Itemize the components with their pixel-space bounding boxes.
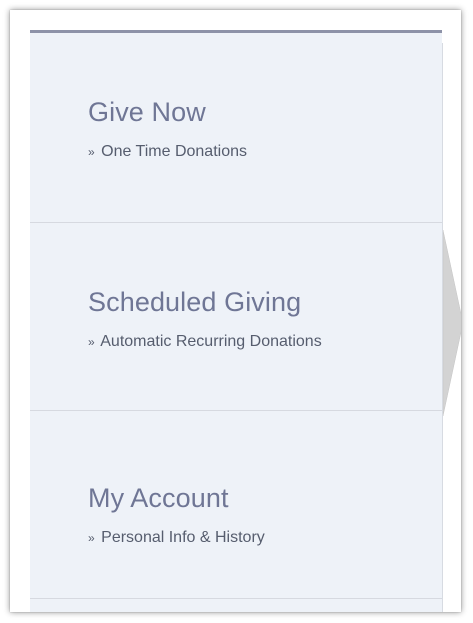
menu-item-subtitle-text: Automatic Recurring Donations xyxy=(100,333,322,350)
menu-item-subtitle: » Automatic Recurring Donations xyxy=(88,333,322,351)
menu-item-subtitle-text: Personal Info & History xyxy=(101,529,265,546)
menu-item-title: Scheduled Giving xyxy=(88,287,302,317)
raquo-icon: » xyxy=(88,145,95,159)
menu-item-scheduled-giving[interactable]: Scheduled Giving » Automatic Recurring D… xyxy=(30,223,442,411)
menu-item-subtitle: » Personal Info & History xyxy=(88,529,265,547)
menu-item-my-account[interactable]: My Account » Personal Info & History xyxy=(30,411,442,599)
menu-item-give-now[interactable]: Give Now » One Time Donations xyxy=(30,33,442,223)
selected-arrow-icon xyxy=(443,230,461,416)
menu-item-subtitle-text: One Time Donations xyxy=(101,143,247,160)
raquo-icon: » xyxy=(88,335,95,349)
donation-panel: Give Now » One Time Donations Scheduled … xyxy=(10,10,461,612)
donation-menu: Give Now » One Time Donations Scheduled … xyxy=(30,30,442,612)
raquo-icon: » xyxy=(88,531,95,545)
menu-item-title: Give Now xyxy=(88,97,206,127)
menu-item-title: My Account xyxy=(88,483,229,513)
menu-item-subtitle: » One Time Donations xyxy=(88,143,247,161)
